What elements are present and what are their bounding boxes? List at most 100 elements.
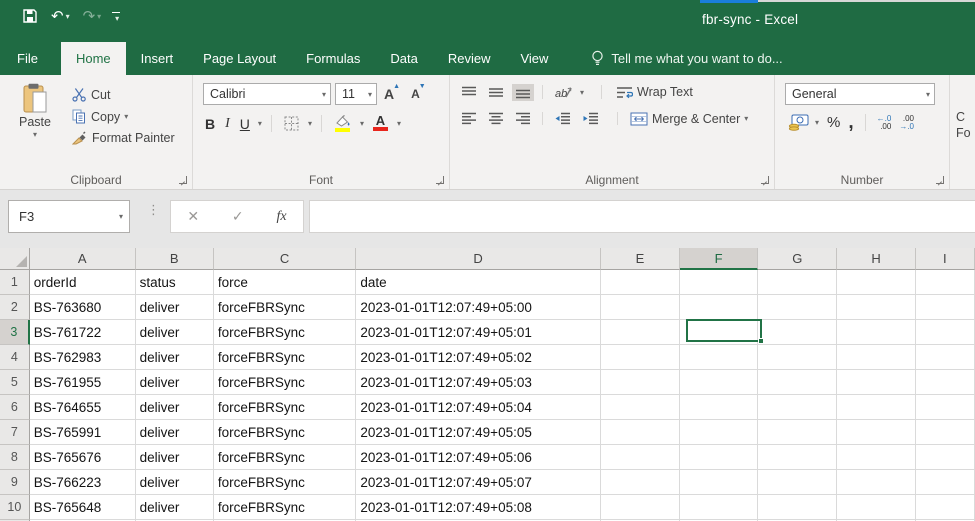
column-header-D[interactable]: D — [356, 248, 600, 270]
font-size-combo[interactable]: 11 ▾ — [335, 83, 377, 105]
clipboard-dialog-launcher-icon[interactable] — [179, 176, 187, 184]
row-header-10[interactable]: 10 — [0, 495, 30, 520]
decrease-indent-button[interactable] — [551, 110, 574, 127]
cell-I6[interactable] — [916, 395, 975, 420]
number-dialog-launcher-icon[interactable] — [936, 176, 944, 184]
cell-G4[interactable] — [758, 345, 837, 370]
fill-color-button[interactable] — [331, 113, 354, 134]
column-header-B[interactable]: B — [136, 248, 214, 270]
row-header-5[interactable]: 5 — [0, 370, 30, 395]
cell-F8[interactable] — [680, 445, 758, 470]
cell-H6[interactable] — [837, 395, 915, 420]
row-header-7[interactable]: 7 — [0, 420, 30, 445]
fill-handle[interactable] — [758, 338, 764, 344]
cell-D1[interactable]: date — [356, 270, 600, 295]
cell-E8[interactable] — [601, 445, 680, 470]
tab-insert[interactable]: Insert — [126, 42, 189, 75]
undo-button[interactable]: ↶▾ — [51, 7, 70, 25]
cell-F1[interactable] — [680, 270, 758, 295]
cell-G9[interactable] — [758, 470, 837, 495]
cell-I1[interactable] — [916, 270, 975, 295]
cell-E10[interactable] — [601, 495, 680, 520]
orientation-dropdown-icon[interactable]: ▾ — [580, 88, 584, 97]
cell-B10[interactable]: deliver — [136, 495, 214, 520]
cell-G6[interactable] — [758, 395, 837, 420]
row-header-2[interactable]: 2 — [0, 295, 30, 320]
cell-H3[interactable] — [837, 320, 915, 345]
middle-align-button[interactable] — [485, 84, 507, 101]
cell-A1[interactable]: orderId — [30, 270, 136, 295]
formula-input[interactable] — [309, 200, 975, 233]
cell-B6[interactable]: deliver — [136, 395, 214, 420]
cell-C3[interactable]: forceFBRSync — [214, 320, 357, 345]
cell-H10[interactable] — [837, 495, 915, 520]
cell-D7[interactable]: 2023-01-01T12:07:49+05:05 — [356, 420, 600, 445]
merge-center-button[interactable]: Merge & Center ▾ — [630, 112, 748, 126]
tab-home[interactable]: Home — [61, 42, 126, 75]
cell-G5[interactable] — [758, 370, 837, 395]
insert-function-icon[interactable]: fx — [276, 209, 286, 225]
italic-button[interactable]: I — [223, 116, 232, 132]
bottom-align-button[interactable] — [512, 84, 534, 101]
cell-C2[interactable]: forceFBRSync — [214, 295, 357, 320]
underline-button[interactable]: U — [238, 116, 252, 132]
column-header-E[interactable]: E — [601, 248, 680, 270]
paste-dropdown-icon[interactable]: ▾ — [33, 130, 37, 139]
column-header-A[interactable]: A — [30, 248, 136, 270]
cell-A7[interactable]: BS-765991 — [30, 420, 136, 445]
cell-I5[interactable] — [916, 370, 975, 395]
cell-H9[interactable] — [837, 470, 915, 495]
cell-F10[interactable] — [680, 495, 758, 520]
cell-H7[interactable] — [837, 420, 915, 445]
accounting-format-button[interactable] — [785, 112, 812, 133]
cell-A5[interactable]: BS-761955 — [30, 370, 136, 395]
cell-F5[interactable] — [680, 370, 758, 395]
cell-G8[interactable] — [758, 445, 837, 470]
increase-decimal-button[interactable]: ←.0 .00 — [877, 115, 892, 131]
borders-button[interactable] — [281, 114, 302, 133]
cell-E9[interactable] — [601, 470, 680, 495]
cell-B1[interactable]: status — [136, 270, 214, 295]
cell-H5[interactable] — [837, 370, 915, 395]
align-right-button[interactable] — [512, 110, 534, 127]
cell-B9[interactable]: deliver — [136, 470, 214, 495]
cell-F2[interactable] — [680, 295, 758, 320]
cell-E1[interactable] — [601, 270, 680, 295]
cell-G2[interactable] — [758, 295, 837, 320]
cell-F7[interactable] — [680, 420, 758, 445]
cell-I10[interactable] — [916, 495, 975, 520]
save-button[interactable] — [22, 8, 38, 24]
row-header-6[interactable]: 6 — [0, 395, 30, 420]
tab-page-layout[interactable]: Page Layout — [188, 42, 291, 75]
cell-G7[interactable] — [758, 420, 837, 445]
cell-I8[interactable] — [916, 445, 975, 470]
cell-A8[interactable]: BS-765676 — [30, 445, 136, 470]
cell-B7[interactable]: deliver — [136, 420, 214, 445]
align-left-button[interactable] — [458, 110, 480, 127]
customize-qat-button[interactable]: ▾ — [112, 12, 120, 21]
cell-C10[interactable]: forceFBRSync — [214, 495, 357, 520]
cell-A9[interactable]: BS-766223 — [30, 470, 136, 495]
tab-data[interactable]: Data — [375, 42, 432, 75]
font-color-dropdown-icon[interactable]: ▾ — [397, 119, 401, 128]
conditional-formatting-label-partial[interactable]: C Fo — [956, 109, 975, 141]
cell-I4[interactable] — [916, 345, 975, 370]
cancel-icon[interactable]: ✕ — [187, 208, 199, 225]
name-box[interactable]: F3 ▾ — [8, 200, 130, 233]
formula-bar-grip[interactable]: ⋮ — [147, 206, 160, 213]
cell-C7[interactable]: forceFBRSync — [214, 420, 357, 445]
cell-B4[interactable]: deliver — [136, 345, 214, 370]
cell-D3[interactable]: 2023-01-01T12:07:49+05:01 — [356, 320, 600, 345]
cell-C4[interactable]: forceFBRSync — [214, 345, 357, 370]
cell-A3[interactable]: BS-761722 — [30, 320, 136, 345]
bold-button[interactable]: B — [203, 116, 217, 132]
row-header-8[interactable]: 8 — [0, 445, 30, 470]
copy-dropdown-icon[interactable]: ▾ — [124, 112, 128, 121]
cell-A6[interactable]: BS-764655 — [30, 395, 136, 420]
cell-B2[interactable]: deliver — [136, 295, 214, 320]
font-color-button[interactable]: A — [370, 114, 391, 133]
cell-G3[interactable] — [758, 320, 837, 345]
cell-E4[interactable] — [601, 345, 680, 370]
cell-F4[interactable] — [680, 345, 758, 370]
cell-B5[interactable]: deliver — [136, 370, 214, 395]
